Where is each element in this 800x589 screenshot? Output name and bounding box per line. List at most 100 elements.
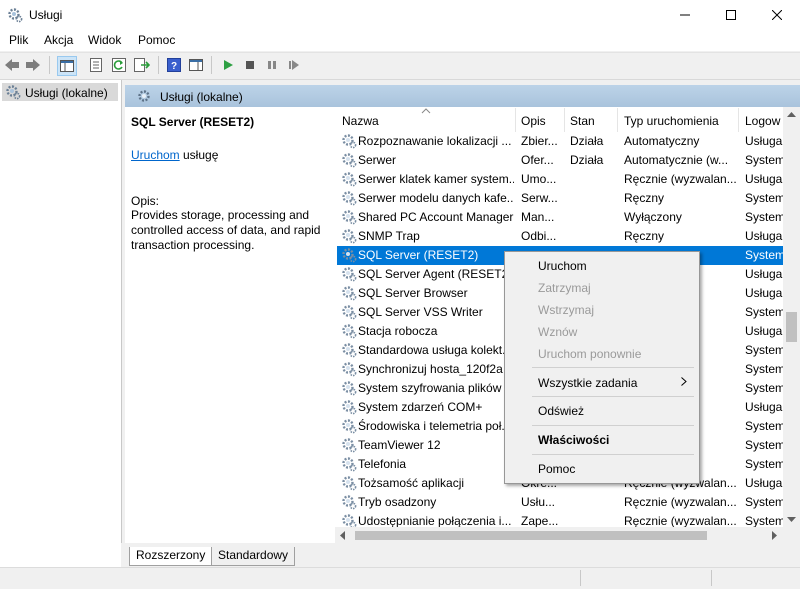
services-gear-icon [6,85,21,100]
menu-help[interactable]: Pomoc [138,33,175,47]
column-header-startup-type[interactable]: Typ uruchomienia [624,114,719,128]
toolbar-separator [158,56,159,74]
scroll-up-icon[interactable] [787,112,796,118]
play-icon [224,60,233,70]
service-name: System szyfrowania plików ... [358,381,514,395]
service-name: Shared PC Account Manager [358,210,514,224]
column-header-name[interactable]: Nazwa [342,114,379,128]
forward-button[interactable] [24,56,42,74]
stop-icon [246,61,254,69]
restart-icon [289,60,299,70]
tab-extended[interactable]: Rozszerzony [129,547,213,566]
service-log-on-as: System [745,343,785,357]
pause-service-button[interactable] [263,56,281,74]
export-list-button[interactable] [133,56,151,74]
show-hide-action-pane-button[interactable] [187,56,205,74]
back-button[interactable] [3,56,21,74]
service-name: Udostępnianie połączenia i... [358,514,512,528]
service-log-on-as: System [745,419,785,433]
context-menu-restart: Uruchom ponownie [538,347,642,361]
service-log-on-as: System [745,210,785,224]
help-button[interactable]: ? [165,56,183,74]
menu-view[interactable]: Widok [88,33,121,47]
maximize-icon [726,10,736,20]
service-log-on-as: System [745,191,785,205]
service-row[interactable]: Tryb osadzony Usłu... Ręcznie (wyzwalan...… [337,493,785,512]
column-header-log-on-as[interactable]: Logow [745,114,780,128]
service-description: Zbier... [521,134,558,148]
start-service-button[interactable] [219,56,237,74]
restart-service-button[interactable] [285,56,303,74]
column-divider[interactable] [738,108,739,132]
context-menu-help[interactable]: Pomoc [538,462,575,476]
show-tree-button[interactable] [57,56,77,76]
description-text: Provides storage, processing and control… [131,208,321,252]
service-log-on-as: System [745,248,785,262]
status-bar-divider [580,570,581,586]
export-list-icon [134,58,150,72]
column-divider[interactable] [564,108,565,132]
service-name: SQL Server VSS Writer [358,305,483,319]
scroll-left-icon[interactable] [340,531,346,540]
close-button[interactable] [754,0,800,30]
column-header-description[interactable]: Opis [521,114,546,128]
context-menu-start[interactable]: Uruchom [538,259,587,273]
column-divider[interactable] [617,108,618,132]
context-menu-all-tasks[interactable]: Wszystkie zadania [538,376,637,390]
context-menu-properties[interactable]: Właściwości [538,433,609,447]
help-book-icon: ? [167,58,181,72]
service-gear-icon [342,248,357,263]
properties-button[interactable] [87,56,105,74]
service-gear-icon [342,457,357,472]
service-name: System zdarzeń COM+ [358,400,483,414]
service-name: Stacja robocza [358,324,438,338]
service-gear-icon [342,191,357,206]
service-name: Rozpoznawanie lokalizacji ... [358,134,512,148]
context-menu-pause: Wstrzymaj [538,303,594,317]
refresh-button[interactable] [110,56,128,74]
service-row[interactable]: Shared PC Account Manager Man... Wyłączony… [337,208,785,227]
service-row[interactable]: Rozpoznawanie lokalizacji ... Zbier... Dzi… [337,132,783,151]
service-description: Umo... [521,172,557,186]
service-description: Usłu... [521,495,556,509]
tab-standard[interactable]: Standardowy [211,547,296,566]
service-row[interactable]: SNMP Trap Odbi... Ręczny Usługa [337,227,783,246]
service-gear-icon [342,229,357,244]
service-description: Odbi... [521,229,557,243]
pane-header-title: Usługi (lokalne) [160,90,243,104]
service-gear-icon [342,343,357,358]
maximize-button[interactable] [708,0,754,30]
console-tree [0,80,122,588]
services-gear-icon [8,8,23,23]
service-gear-icon [342,153,357,168]
window-title: Usługi [29,8,63,22]
vertical-scroll-thumb[interactable] [786,312,797,342]
service-gear-icon [342,362,357,377]
column-header-status[interactable]: Stan [570,114,595,128]
service-log-on-as: System [745,495,785,509]
service-gear-icon [342,324,357,339]
horizontal-scroll-thumb[interactable] [355,531,707,540]
service-log-on-as: Usługa [745,286,783,300]
service-row[interactable]: Serwer modelu danych kafe... Serw... Ręczn… [337,189,785,208]
service-gear-icon [342,438,357,453]
minimize-icon [680,14,690,16]
context-menu-refresh[interactable]: Odśwież [538,404,584,418]
service-log-on-as: System [745,305,785,319]
service-log-on-as: Usługa [745,134,783,148]
service-row[interactable]: Serwer Ofer... Działa Automatycznie (w... Sy… [337,151,785,170]
context-menu-resume: Wznów [538,325,578,339]
minimize-button[interactable] [662,0,708,30]
column-divider[interactable] [515,108,516,132]
arrow-right-icon [26,59,40,71]
menu-action[interactable]: Akcja [44,33,73,47]
scroll-right-icon[interactable] [772,531,778,540]
menu-file[interactable]: Plik [9,33,28,47]
tree-item-label: Usługi (lokalne) [25,86,108,100]
scroll-down-icon[interactable] [787,517,796,523]
service-row[interactable]: Serwer klatek kamer system... Umo... Ręczn… [337,170,783,189]
stop-service-button[interactable] [241,56,259,74]
service-log-on-as: Usługa [745,324,783,338]
close-icon [772,10,782,20]
start-service-link[interactable]: Uruchom [131,148,180,162]
